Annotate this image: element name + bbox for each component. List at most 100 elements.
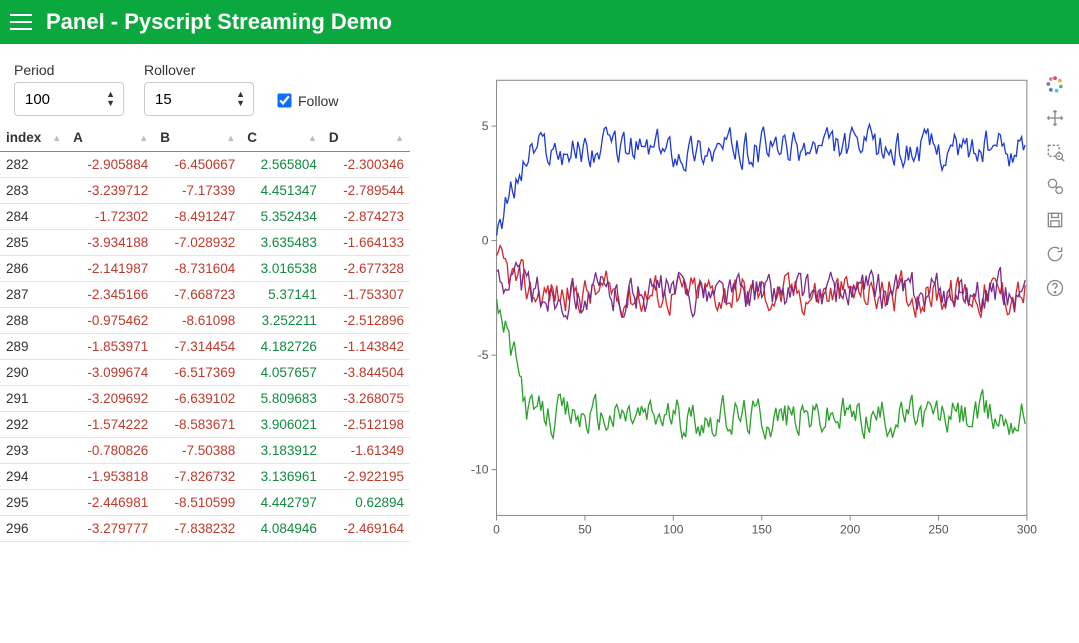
cell-D: -1.753307: [323, 282, 410, 308]
cell-A: -1.72302: [67, 204, 154, 230]
cell-C: 3.016538: [241, 256, 323, 282]
cell-C: 4.451347: [241, 178, 323, 204]
cell-B: -8.510599: [154, 490, 241, 516]
table-row[interactable]: 283-3.239712-7.173394.451347-2.789544: [0, 178, 410, 204]
cell-index: 289: [0, 334, 67, 360]
table-row[interactable]: 289-1.853971-7.3144544.182726-1.143842: [0, 334, 410, 360]
box-zoom-icon[interactable]: [1043, 140, 1067, 164]
cell-index: 293: [0, 438, 67, 464]
cell-C: 5.37141: [241, 282, 323, 308]
menu-icon[interactable]: [10, 14, 32, 30]
cell-C: 4.084946: [241, 516, 323, 542]
cell-D: -2.874273: [323, 204, 410, 230]
cell-A: -3.239712: [67, 178, 154, 204]
period-input[interactable]: [23, 90, 83, 109]
cell-A: -0.780826: [67, 438, 154, 464]
plot-area[interactable]: -10-505050100150200250300: [450, 68, 1037, 551]
cell-A: -3.099674: [67, 360, 154, 386]
cell-index: 287: [0, 282, 67, 308]
page-title: Panel - Pyscript Streaming Demo: [46, 9, 392, 35]
table-row[interactable]: 284-1.72302-8.4912475.352434-2.874273: [0, 204, 410, 230]
cell-D: -3.268075: [323, 386, 410, 412]
help-icon[interactable]: [1043, 276, 1067, 300]
table-row[interactable]: 282-2.905884-6.4506672.565804-2.300346: [0, 152, 410, 178]
table-row[interactable]: 294-1.953818-7.8267323.136961-2.922195: [0, 464, 410, 490]
sort-icon: ▲: [139, 133, 148, 143]
svg-text:50: 50: [578, 523, 592, 537]
cell-index: 282: [0, 152, 67, 178]
cell-A: -3.279777: [67, 516, 154, 542]
table-row[interactable]: 296-3.279777-7.8382324.084946-2.469164: [0, 516, 410, 542]
table-row[interactable]: 286-2.141987-8.7316043.016538-2.677328: [0, 256, 410, 282]
cell-index: 294: [0, 464, 67, 490]
sort-icon: ▲: [395, 133, 404, 143]
rollover-stepper[interactable]: ▲ ▼: [144, 82, 254, 116]
cell-index: 295: [0, 490, 67, 516]
wheel-zoom-icon[interactable]: [1043, 174, 1067, 198]
cell-D: -2.300346: [323, 152, 410, 178]
cell-A: -2.446981: [67, 490, 154, 516]
cell-A: -1.953818: [67, 464, 154, 490]
pan-icon[interactable]: [1043, 106, 1067, 130]
reset-icon[interactable]: [1043, 242, 1067, 266]
cell-C: 3.252211: [241, 308, 323, 334]
series-C: [497, 124, 1026, 235]
table-row[interactable]: 292-1.574222-8.5836713.906021-2.512198: [0, 412, 410, 438]
table-row[interactable]: 295-2.446981-8.5105994.4427970.62894: [0, 490, 410, 516]
sort-icon: ▲: [52, 133, 61, 143]
cell-D: -2.469164: [323, 516, 410, 542]
cell-D: -2.922195: [323, 464, 410, 490]
cell-B: -6.517369: [154, 360, 241, 386]
svg-text:250: 250: [928, 523, 948, 537]
cell-B: -7.668723: [154, 282, 241, 308]
svg-text:-5: -5: [478, 348, 489, 362]
cell-D: -3.844504: [323, 360, 410, 386]
rollover-control: Rollover ▲ ▼: [144, 62, 254, 116]
cell-B: -6.639102: [154, 386, 241, 412]
cell-C: 3.635483: [241, 230, 323, 256]
period-stepper[interactable]: ▲ ▼: [14, 82, 124, 116]
rollover-input[interactable]: [153, 90, 213, 109]
cell-C: 3.183912: [241, 438, 323, 464]
line-chart[interactable]: -10-505050100150200250300: [450, 68, 1037, 548]
table-row[interactable]: 285-3.934188-7.0289323.635483-1.664133: [0, 230, 410, 256]
svg-text:200: 200: [840, 523, 860, 537]
cell-D: -1.664133: [323, 230, 410, 256]
chevron-down-icon[interactable]: ▼: [236, 99, 245, 108]
cell-index: 296: [0, 516, 67, 542]
col-index[interactable]: index▲: [0, 124, 67, 152]
cell-A: -1.574222: [67, 412, 154, 438]
cell-D: 0.62894: [323, 490, 410, 516]
bokeh-logo-icon[interactable]: [1043, 72, 1067, 96]
cell-index: 286: [0, 256, 67, 282]
col-C[interactable]: C▲: [241, 124, 323, 152]
data-table: index▲A▲B▲C▲D▲ 282-2.905884-6.4506672.56…: [0, 124, 410, 542]
right-panel: -10-505050100150200250300: [410, 44, 1079, 557]
table-row[interactable]: 293-0.780826-7.503883.183912-1.61349: [0, 438, 410, 464]
follow-checkbox[interactable]: [277, 93, 291, 107]
col-D[interactable]: D▲: [323, 124, 410, 152]
cell-D: -1.61349: [323, 438, 410, 464]
rollover-label: Rollover: [144, 62, 254, 78]
cell-B: -8.491247: [154, 204, 241, 230]
col-A[interactable]: A▲: [67, 124, 154, 152]
cell-A: -2.345166: [67, 282, 154, 308]
table-row[interactable]: 288-0.975462-8.610983.252211-2.512896: [0, 308, 410, 334]
sort-icon: ▲: [308, 133, 317, 143]
cell-A: -3.934188: [67, 230, 154, 256]
period-label: Period: [14, 62, 124, 78]
cell-B: -7.17339: [154, 178, 241, 204]
cell-D: -2.789544: [323, 178, 410, 204]
cell-C: 4.442797: [241, 490, 323, 516]
cell-D: -2.512198: [323, 412, 410, 438]
cell-A: -2.141987: [67, 256, 154, 282]
table-row[interactable]: 290-3.099674-6.5173694.057657-3.844504: [0, 360, 410, 386]
cell-A: -0.975462: [67, 308, 154, 334]
table-row[interactable]: 287-2.345166-7.6687235.37141-1.753307: [0, 282, 410, 308]
chevron-down-icon[interactable]: ▼: [106, 99, 115, 108]
save-icon[interactable]: [1043, 208, 1067, 232]
cell-C: 2.565804: [241, 152, 323, 178]
cell-B: -8.583671: [154, 412, 241, 438]
table-row[interactable]: 291-3.209692-6.6391025.809683-3.268075: [0, 386, 410, 412]
col-B[interactable]: B▲: [154, 124, 241, 152]
